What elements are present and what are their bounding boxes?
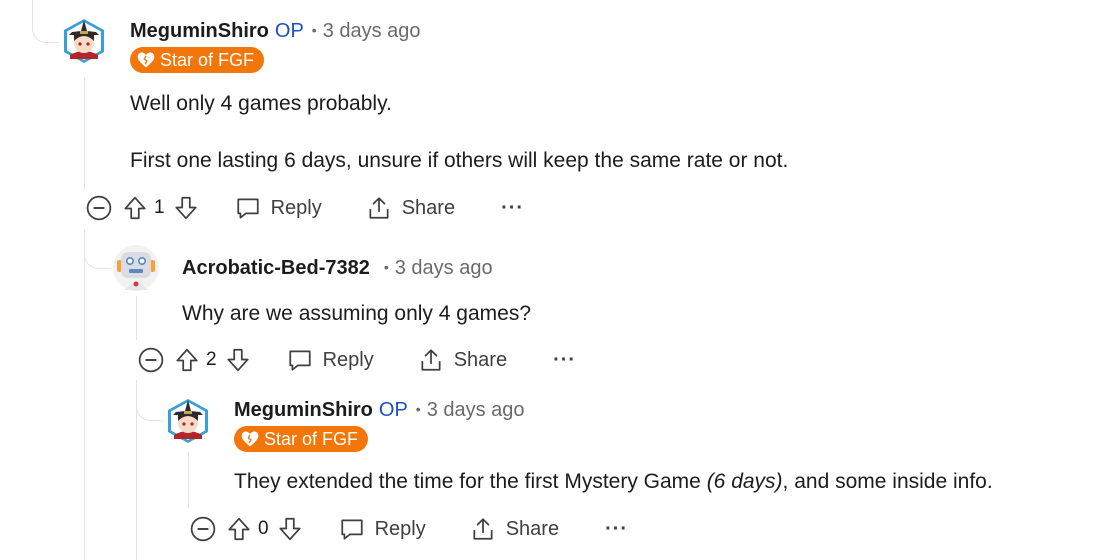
reply-button[interactable]: Reply bbox=[235, 195, 322, 221]
comment-meta: MeguminShiro OP • 3 days ago bbox=[234, 399, 525, 422]
collapse-button[interactable] bbox=[138, 347, 164, 373]
witch-avatar-icon[interactable] bbox=[164, 397, 212, 445]
comment-paragraph: First one lasting 6 days, unsure if othe… bbox=[130, 149, 789, 172]
reply-icon bbox=[287, 347, 313, 373]
share-button[interactable]: Share bbox=[470, 516, 559, 542]
more-options-button[interactable]: ··· bbox=[553, 349, 576, 372]
upvote-button[interactable] bbox=[174, 347, 200, 373]
collapse-button[interactable] bbox=[190, 516, 216, 542]
downvote-button[interactable] bbox=[225, 347, 251, 373]
reply-icon bbox=[339, 516, 365, 542]
flair-label: Star of FGF bbox=[264, 428, 359, 449]
downvote-icon bbox=[277, 516, 303, 542]
more-icon: ··· bbox=[501, 196, 525, 219]
more-options-button[interactable]: ··· bbox=[605, 518, 628, 541]
share-label: Share bbox=[453, 348, 508, 371]
vote-score: 2 bbox=[206, 349, 217, 370]
heart-icon bbox=[240, 429, 260, 449]
vote-score: 0 bbox=[258, 518, 269, 539]
user-flair: Star of FGF bbox=[130, 47, 265, 73]
upvote-button[interactable] bbox=[122, 195, 148, 221]
separator-dot: • bbox=[383, 259, 389, 275]
thread-line-comment-1-children bbox=[84, 230, 85, 560]
share-icon bbox=[418, 347, 444, 373]
reply-label: Reply bbox=[270, 196, 322, 219]
collapse-icon bbox=[86, 195, 112, 221]
share-icon bbox=[366, 195, 392, 221]
op-badge: OP bbox=[274, 20, 304, 42]
comment-actions: 1 Reply Share ··· bbox=[86, 190, 524, 226]
reply-button[interactable]: Reply bbox=[287, 347, 374, 373]
comment-text: They extended the time for the first Mys… bbox=[234, 470, 707, 493]
separator-dot: • bbox=[311, 22, 317, 38]
heart-icon bbox=[136, 50, 156, 70]
upvote-icon bbox=[122, 195, 148, 221]
downvote-icon bbox=[225, 347, 251, 373]
share-button[interactable]: Share bbox=[366, 195, 455, 221]
share-label: Share bbox=[505, 517, 560, 540]
share-icon bbox=[470, 516, 496, 542]
comment-actions: 0 Reply Share ··· bbox=[190, 511, 628, 547]
comment-paragraph: They extended the time for the first Mys… bbox=[234, 470, 993, 494]
thread-connector-root bbox=[32, 0, 59, 43]
collapse-button[interactable] bbox=[86, 195, 112, 221]
separator-dot: • bbox=[415, 401, 421, 417]
upvote-icon bbox=[174, 347, 200, 373]
more-icon: ··· bbox=[553, 348, 577, 371]
username[interactable]: MeguminShiro bbox=[234, 399, 373, 422]
timestamp[interactable]: 3 days ago bbox=[323, 20, 421, 43]
upvote-button[interactable] bbox=[226, 516, 252, 542]
user-flair: Star of FGF bbox=[234, 426, 369, 452]
vote-score: 1 bbox=[154, 197, 165, 218]
comment-meta: Acrobatic-Bed-7382 • 3 days ago bbox=[182, 257, 493, 280]
collapse-icon bbox=[138, 347, 164, 373]
thread-line-comment-1 bbox=[84, 78, 85, 190]
flair-label: Star of FGF bbox=[160, 49, 255, 70]
downvote-button[interactable] bbox=[173, 195, 199, 221]
thread-line-comment-3 bbox=[188, 452, 189, 508]
downvote-icon bbox=[173, 195, 199, 221]
username[interactable]: MeguminShiro bbox=[130, 20, 269, 43]
witch-avatar-icon[interactable] bbox=[60, 17, 108, 65]
collapse-icon bbox=[190, 516, 216, 542]
downvote-button[interactable] bbox=[277, 516, 303, 542]
comment-meta: MeguminShiro OP • 3 days ago bbox=[130, 20, 421, 43]
comment-text: , and some inside info. bbox=[782, 470, 993, 493]
op-badge: OP bbox=[378, 399, 408, 421]
timestamp[interactable]: 3 days ago bbox=[395, 257, 493, 280]
username[interactable]: Acrobatic-Bed-7382 bbox=[182, 257, 370, 280]
reply-label: Reply bbox=[322, 348, 374, 371]
comment-actions: 2 Reply Share ··· bbox=[138, 342, 576, 378]
more-options-button[interactable]: ··· bbox=[501, 197, 524, 220]
robot-avatar-icon[interactable] bbox=[112, 244, 160, 292]
thread-line-comment-2 bbox=[136, 296, 137, 340]
more-icon: ··· bbox=[605, 517, 629, 540]
upvote-icon bbox=[226, 516, 252, 542]
reply-label: Reply bbox=[374, 517, 426, 540]
timestamp[interactable]: 3 days ago bbox=[427, 399, 525, 422]
reply-icon bbox=[235, 195, 261, 221]
comment-text-italic: (6 days) bbox=[706, 470, 783, 493]
share-button[interactable]: Share bbox=[418, 347, 507, 373]
share-label: Share bbox=[401, 196, 456, 219]
comment-paragraph: Well only 4 games probably. bbox=[130, 92, 392, 115]
thread-connector-comment-3 bbox=[136, 380, 163, 421]
comment-paragraph: Why are we assuming only 4 games? bbox=[182, 302, 531, 325]
thread-connector-comment-2 bbox=[84, 230, 111, 269]
reply-button[interactable]: Reply bbox=[339, 516, 426, 542]
